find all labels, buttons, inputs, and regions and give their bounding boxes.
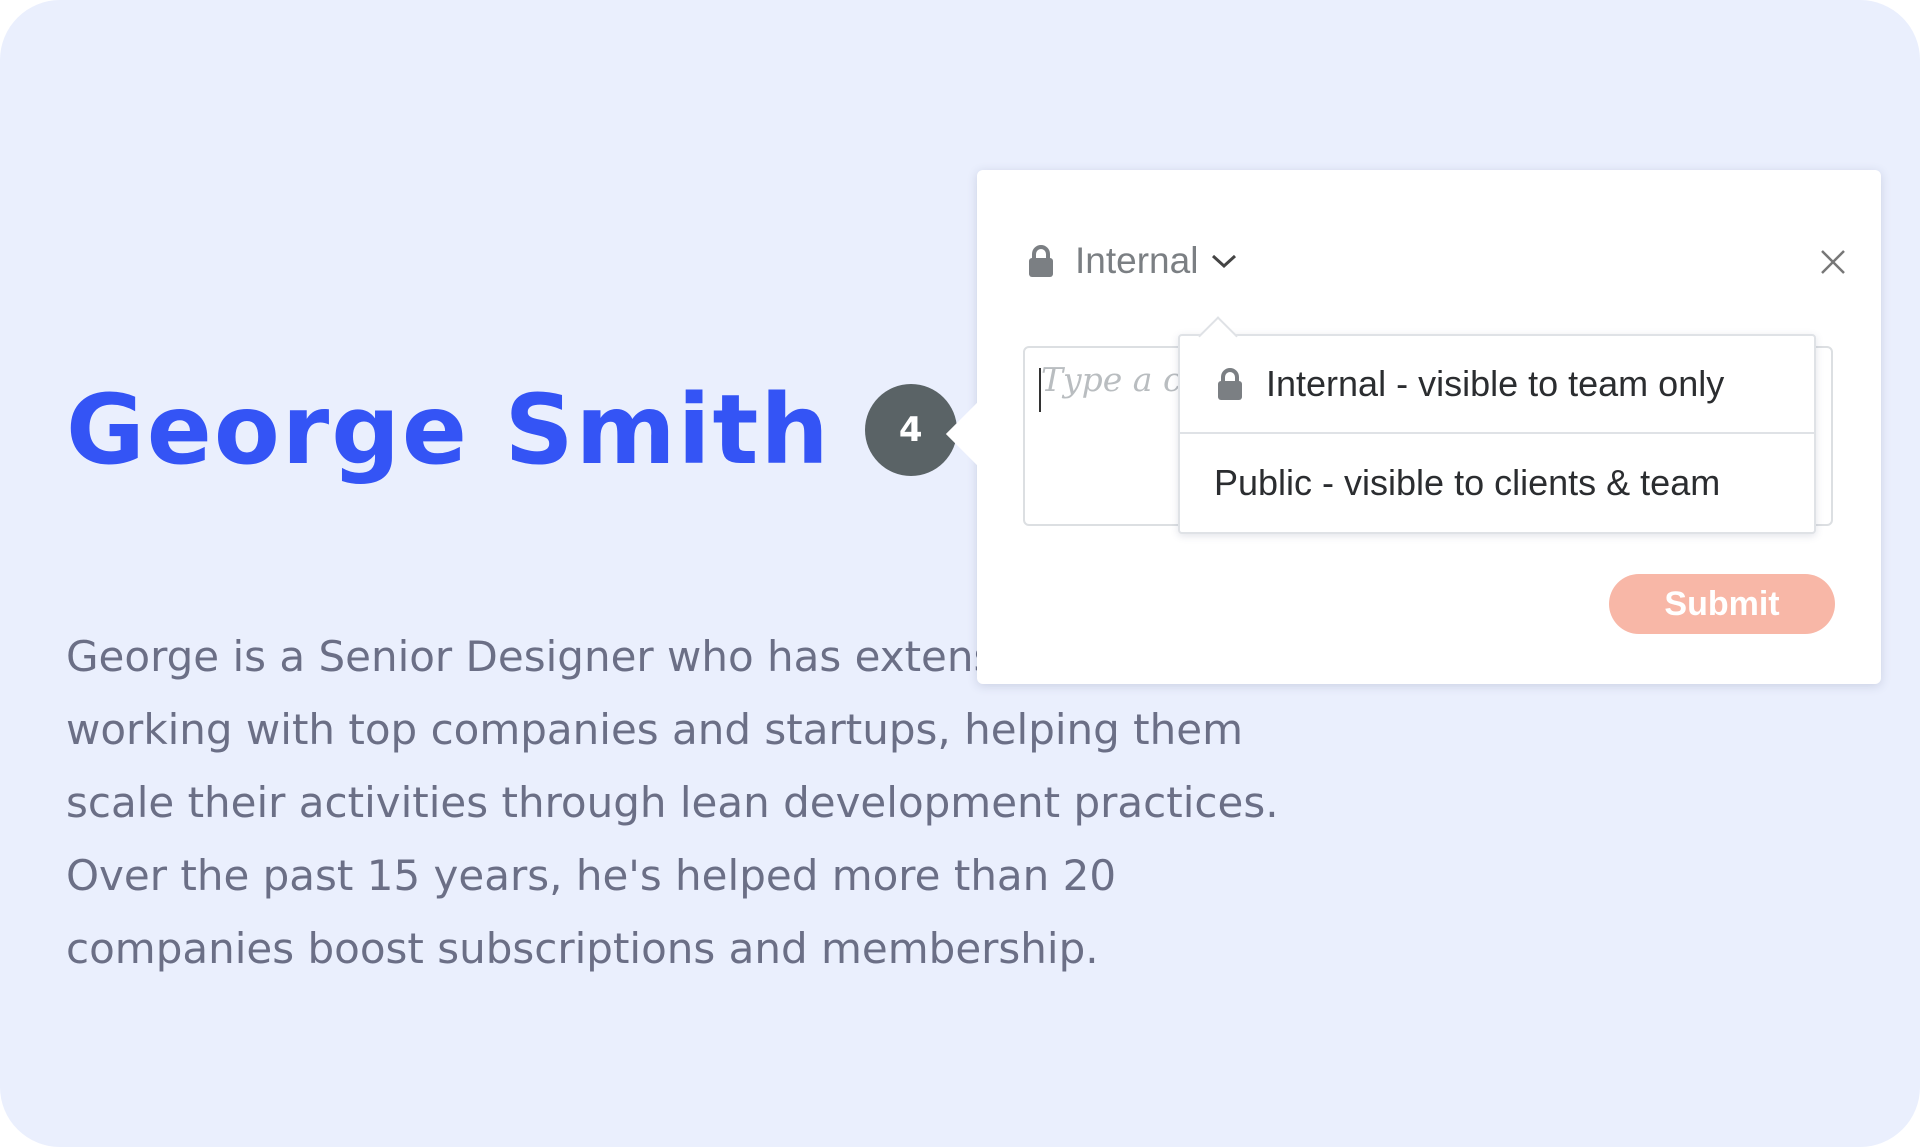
chevron-down-icon xyxy=(1212,254,1237,269)
visibility-option-label: Public - visible to clients & team xyxy=(1214,462,1721,503)
text-caret xyxy=(1039,368,1041,412)
visibility-option-label: Internal - visible to team only xyxy=(1266,363,1725,404)
visibility-option-internal[interactable]: Internal - visible to team only xyxy=(1180,336,1814,434)
visibility-option-public[interactable]: Public - visible to clients & team xyxy=(1180,434,1814,532)
visibility-dropdown-toggle[interactable]: Internal xyxy=(1027,236,1238,286)
lock-icon xyxy=(1218,368,1242,400)
submit-button[interactable]: Submit xyxy=(1609,574,1835,634)
lock-icon xyxy=(1029,245,1053,277)
profile-card: George Smith 4 George is a Senior Design… xyxy=(0,0,1920,1147)
profile-name: George Smith xyxy=(66,374,831,486)
visibility-dropdown-menu: Internal - visible to team only Public -… xyxy=(1178,316,1816,534)
close-icon[interactable] xyxy=(1819,248,1847,276)
visibility-label: Internal xyxy=(1075,240,1199,281)
profile-header: George Smith 4 xyxy=(66,370,957,490)
comment-count-badge[interactable]: 4 xyxy=(864,384,957,476)
